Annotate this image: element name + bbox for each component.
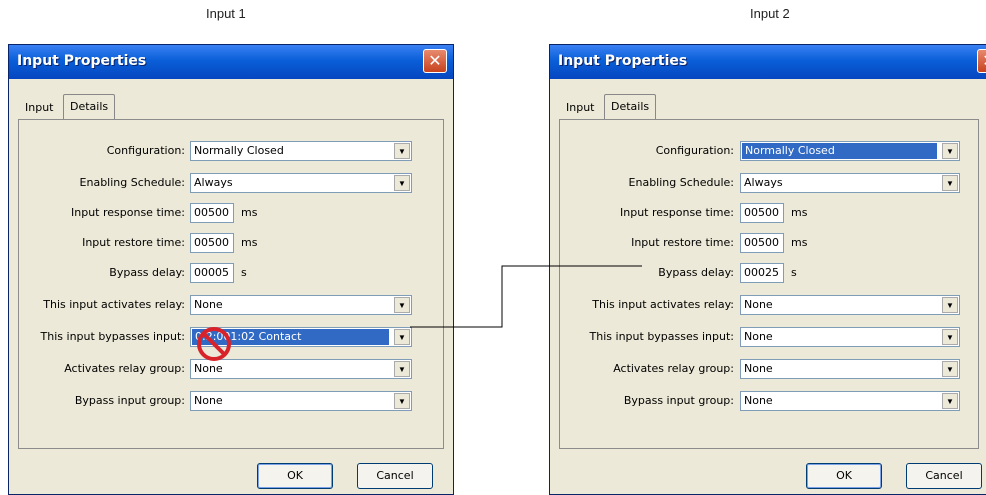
bypass-delay-label: Bypass delay: [658,266,734,279]
bypass-input-group-value: None [744,394,773,407]
tab-details[interactable]: Details [63,94,116,120]
activates-relay-group-label: Activates relay group: [613,362,734,375]
bypasses-input-value: None [744,330,773,343]
chevron-down-icon[interactable]: ▼ [942,297,958,313]
caption-input-2: Input 2 [750,6,790,21]
input-response-time-label: Input response time: [620,206,734,219]
chevron-down-icon[interactable]: ▼ [942,329,958,345]
bypass-input-group-select[interactable]: None ▼ [740,391,960,411]
title-bar[interactable]: Input Properties ✕ [9,45,453,79]
chevron-down-icon[interactable]: ▼ [394,143,410,159]
close-icon[interactable]: ✕ [977,49,986,73]
ok-button[interactable]: OK [806,463,882,489]
enabling-schedule-select[interactable]: Always ▼ [740,173,960,193]
no-symbol-icon [197,327,231,361]
bypass-delay-field[interactable]: 00005 [190,263,234,283]
ms-unit: ms [791,206,808,219]
configuration-label: Configuration: [106,144,185,157]
chevron-down-icon[interactable]: ▼ [394,329,410,345]
activates-relay-group-value: None [744,362,773,375]
input-response-time-field[interactable]: 00500 [740,203,784,223]
title-bar[interactable]: Input Properties ✕ [550,45,986,79]
chevron-down-icon[interactable]: ▼ [394,175,410,191]
input-properties-dialog-2: Input Properties ✕ Input Details Configu… [549,44,986,495]
input-response-time-field[interactable]: 00500 [190,203,234,223]
dialog-title: Input Properties [558,53,688,69]
details-panel: Configuration: Normally Closed ▼ Enablin… [559,119,979,449]
activates-relay-select[interactable]: None ▼ [190,295,412,315]
bypass-input-group-value: None [194,394,223,407]
ms-unit: ms [241,206,258,219]
activates-relay-group-label: Activates relay group: [64,362,185,375]
configuration-select[interactable]: Normally Closed ▼ [190,141,412,161]
s-unit: s [241,266,247,279]
input-restore-time-field[interactable]: 00500 [190,233,234,253]
enabling-schedule-label: Enabling Schedule: [79,176,185,189]
ms-unit: ms [241,236,258,249]
close-icon[interactable]: ✕ [423,49,447,73]
s-unit: s [791,266,797,279]
tab-input[interactable]: Input [19,97,59,119]
bypass-input-group-select[interactable]: None ▼ [190,391,412,411]
bypasses-input-label: This input bypasses input: [589,330,734,343]
chevron-down-icon[interactable]: ▼ [942,361,958,377]
configuration-value: Normally Closed [742,143,937,159]
input-restore-time-field[interactable]: 00500 [740,233,784,253]
chevron-down-icon[interactable]: ▼ [394,297,410,313]
activates-relay-select[interactable]: None ▼ [740,295,960,315]
input-restore-time-label: Input restore time: [631,236,734,249]
bypass-input-group-label: Bypass input group: [623,394,734,407]
input-properties-dialog-1: Input Properties ✕ Input Details Configu… [8,44,454,495]
bypass-delay-field[interactable]: 00025 [740,263,784,283]
bypass-input-group-label: Bypass input group: [74,394,185,407]
activates-relay-label: This input activates relay: [592,298,734,311]
chevron-down-icon[interactable]: ▼ [394,393,410,409]
bypass-delay-label: Bypass delay: [109,266,185,279]
activates-relay-group-value: None [194,362,223,375]
enabling-schedule-select[interactable]: Always ▼ [190,173,412,193]
input-restore-time-label: Input restore time: [82,236,185,249]
enabling-schedule-label: Enabling Schedule: [628,176,734,189]
configuration-label: Configuration: [655,144,734,157]
activates-relay-value: None [744,298,773,311]
dialog-title: Input Properties [17,53,147,69]
cancel-button[interactable]: Cancel [357,463,433,489]
chevron-down-icon[interactable]: ▼ [394,361,410,377]
bypasses-input-label: This input bypasses input: [40,330,185,343]
configuration-select[interactable]: Normally Closed ▼ [740,141,960,161]
details-panel: Configuration: Normally Closed ▼ Enablin… [18,119,444,449]
cancel-button[interactable]: Cancel [906,463,982,489]
activates-relay-label: This input activates relay: [43,298,185,311]
enabling-schedule-value: Always [744,176,783,189]
activates-relay-value: None [194,298,223,311]
enabling-schedule-value: Always [194,176,233,189]
caption-input-1: Input 1 [206,6,246,21]
tab-input[interactable]: Input [560,97,600,119]
bypasses-input-select[interactable]: None ▼ [740,327,960,347]
chevron-down-icon[interactable]: ▼ [942,143,958,159]
tab-details[interactable]: Details [604,94,657,120]
chevron-down-icon[interactable]: ▼ [942,393,958,409]
ok-button[interactable]: OK [257,463,333,489]
configuration-value: Normally Closed [194,144,284,157]
input-response-time-label: Input response time: [71,206,185,219]
ms-unit: ms [791,236,808,249]
chevron-down-icon[interactable]: ▼ [942,175,958,191]
activates-relay-group-select[interactable]: None ▼ [740,359,960,379]
